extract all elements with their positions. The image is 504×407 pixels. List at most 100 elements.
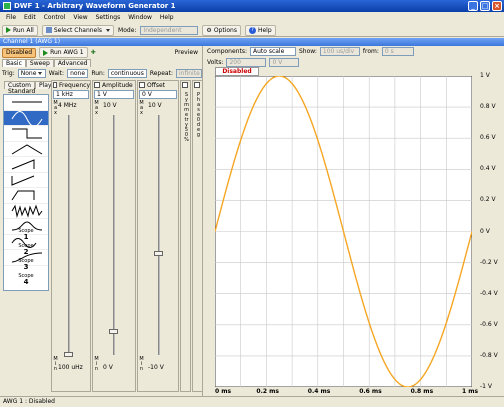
left-panel: Disabled Run AWG 1 ✚ Preview Basic Sweep… — [0, 46, 203, 396]
max-label: Max — [139, 100, 144, 116]
menu-settings[interactable]: Settings — [96, 12, 121, 24]
chart-status-badge: Disabled — [215, 67, 259, 76]
menu-window[interactable]: Window — [128, 12, 152, 24]
play-icon — [6, 27, 11, 33]
amplitude-slider-thumb[interactable] — [109, 329, 118, 334]
channels-icon — [45, 27, 52, 33]
help-icon: ? — [248, 26, 256, 34]
components-select[interactable]: Auto scale — [249, 47, 296, 56]
waveform-chart — [215, 76, 472, 387]
amplitude-column: Amplitude 1 V 10 V Max Min 0 V — [92, 80, 136, 392]
tab-advanced[interactable]: Advanced — [53, 59, 92, 67]
wave-sine[interactable] — [4, 110, 48, 127]
minimize-icon[interactable]: _ — [468, 1, 478, 11]
settings-icon[interactable]: ✚ — [91, 49, 96, 56]
mode-label: Mode: — [118, 26, 137, 34]
from-label: from: — [362, 48, 379, 55]
show-select[interactable]: 100 us/div — [319, 47, 360, 56]
wave-ramp-up[interactable] — [4, 157, 48, 173]
frequency-slider-thumb[interactable] — [64, 352, 73, 357]
phase-checkbox[interactable] — [194, 82, 200, 88]
volts-label: Volts: — [207, 59, 224, 66]
max-label: Max — [94, 100, 99, 116]
x-tick-label: 0.4 ms — [307, 388, 331, 395]
wait-label: Wait: — [48, 70, 65, 77]
max-label: Max — [53, 100, 58, 116]
window-title: DWF 1 - Arbitrary Waveform Generator 1 — [14, 2, 176, 10]
menu-help[interactable]: Help — [160, 12, 174, 24]
help-button[interactable]: ? Help — [244, 24, 276, 36]
symmetry-column: Symmetry 50 % — [180, 80, 191, 392]
amplitude-checkbox[interactable] — [94, 82, 100, 88]
run-select[interactable]: continuous — [107, 69, 147, 78]
gear-icon: ⚙ — [206, 26, 212, 34]
trig-select[interactable]: None — [17, 69, 46, 78]
repeat-select[interactable]: infinite — [176, 69, 202, 78]
offset-checkbox[interactable] — [139, 82, 145, 88]
help-label: Help — [257, 26, 272, 34]
frequency-slider-track[interactable] — [68, 115, 70, 355]
wave-ramp-down[interactable] — [4, 173, 48, 188]
select-channels-label: Select Channels — [53, 26, 103, 34]
play-icon — [43, 49, 49, 56]
frequency-label: Frequency — [59, 81, 90, 89]
offset-slider-thumb[interactable] — [154, 251, 163, 256]
scope-3-button[interactable]: Scope 3 — [3, 258, 49, 273]
options-button[interactable]: ⚙ Options — [202, 24, 241, 36]
wave-noise[interactable] — [4, 204, 48, 219]
frequency-max-label: 4 MHz — [58, 102, 77, 109]
mode-select[interactable]: Independent — [140, 25, 199, 35]
tab-basic[interactable]: Basic — [2, 59, 26, 67]
y-tick-label: 0.4 V — [480, 165, 496, 173]
y-tick-label: 0.8 V — [480, 103, 496, 111]
run-awg-button[interactable]: Run AWG 1 — [39, 47, 88, 58]
menu-view[interactable]: View — [73, 12, 87, 24]
scope-4-button[interactable]: Scope 4 — [3, 273, 49, 288]
min-label: Min — [94, 356, 99, 372]
offset-slider-track[interactable] — [158, 115, 160, 355]
wave-trapezium[interactable] — [4, 188, 48, 204]
run-all-button[interactable]: Run All — [2, 24, 38, 36]
frequency-column: Frequency 1 kHz 4 MHz Max Min 100 uHz — [51, 80, 91, 392]
phase-label: Phase 0 deg — [196, 92, 201, 138]
from-input[interactable]: 0 s — [381, 47, 414, 56]
wait-select[interactable]: none — [67, 69, 89, 78]
frequency-checkbox[interactable] — [53, 82, 57, 88]
x-tick-label: 1 ms — [462, 388, 479, 395]
volts-select[interactable]: 200 mV/div — [226, 58, 267, 73]
offset-column: Offset 0 V 10 V Max Min -10 V — [137, 80, 179, 392]
wave-triangle[interactable] — [4, 142, 48, 157]
offset-input[interactable]: 0 V — [139, 90, 177, 99]
menu-edit[interactable]: Edit — [24, 12, 36, 24]
volts-offset-input[interactable]: 0 V — [269, 58, 300, 67]
y-tick-label: -1 V — [480, 383, 492, 390]
menu-control[interactable]: Control — [44, 12, 66, 24]
wave-dc[interactable] — [4, 95, 48, 111]
app-window: DWF 1 - Arbitrary Waveform Generator 1 _… — [0, 0, 504, 407]
scope-1-button[interactable]: Scope 1 — [3, 228, 49, 243]
y-tick-label: -0.4 V — [480, 289, 498, 297]
tab-sweep[interactable]: Sweep — [25, 59, 54, 67]
scope-2-button[interactable]: Scope 2 — [3, 243, 49, 258]
preview-label: Preview — [174, 49, 198, 56]
wave-square[interactable] — [4, 126, 48, 142]
amplitude-input[interactable]: 1 V — [94, 90, 134, 99]
symmetry-checkbox[interactable] — [182, 82, 188, 88]
title-bar: DWF 1 - Arbitrary Waveform Generator 1 _… — [0, 0, 504, 12]
amplitude-label: Amplitude — [102, 81, 133, 89]
repeat-label: Repeat: — [149, 70, 173, 77]
run-awg-label: Run AWG 1 — [50, 49, 84, 56]
frequency-input[interactable]: 1 kHz — [53, 90, 89, 99]
select-channels-button[interactable]: Select Channels — [41, 24, 115, 36]
close-icon[interactable]: × — [492, 1, 502, 11]
amplitude-slider-track[interactable] — [113, 115, 115, 355]
y-tick-label: -0.6 V — [480, 320, 498, 328]
disabled-toggle-button[interactable]: Disabled — [2, 47, 37, 58]
x-tick-label: 0.6 ms — [359, 388, 382, 395]
offset-min-label: -10 V — [148, 364, 164, 371]
app-icon — [3, 2, 11, 10]
status-bar: AWG 1 : Disabled — [0, 396, 504, 407]
maximize-icon[interactable]: □ — [480, 1, 490, 11]
menu-file[interactable]: File — [6, 12, 16, 24]
channel-tab[interactable]: Channel 1 (AWG 1) — [0, 38, 504, 46]
